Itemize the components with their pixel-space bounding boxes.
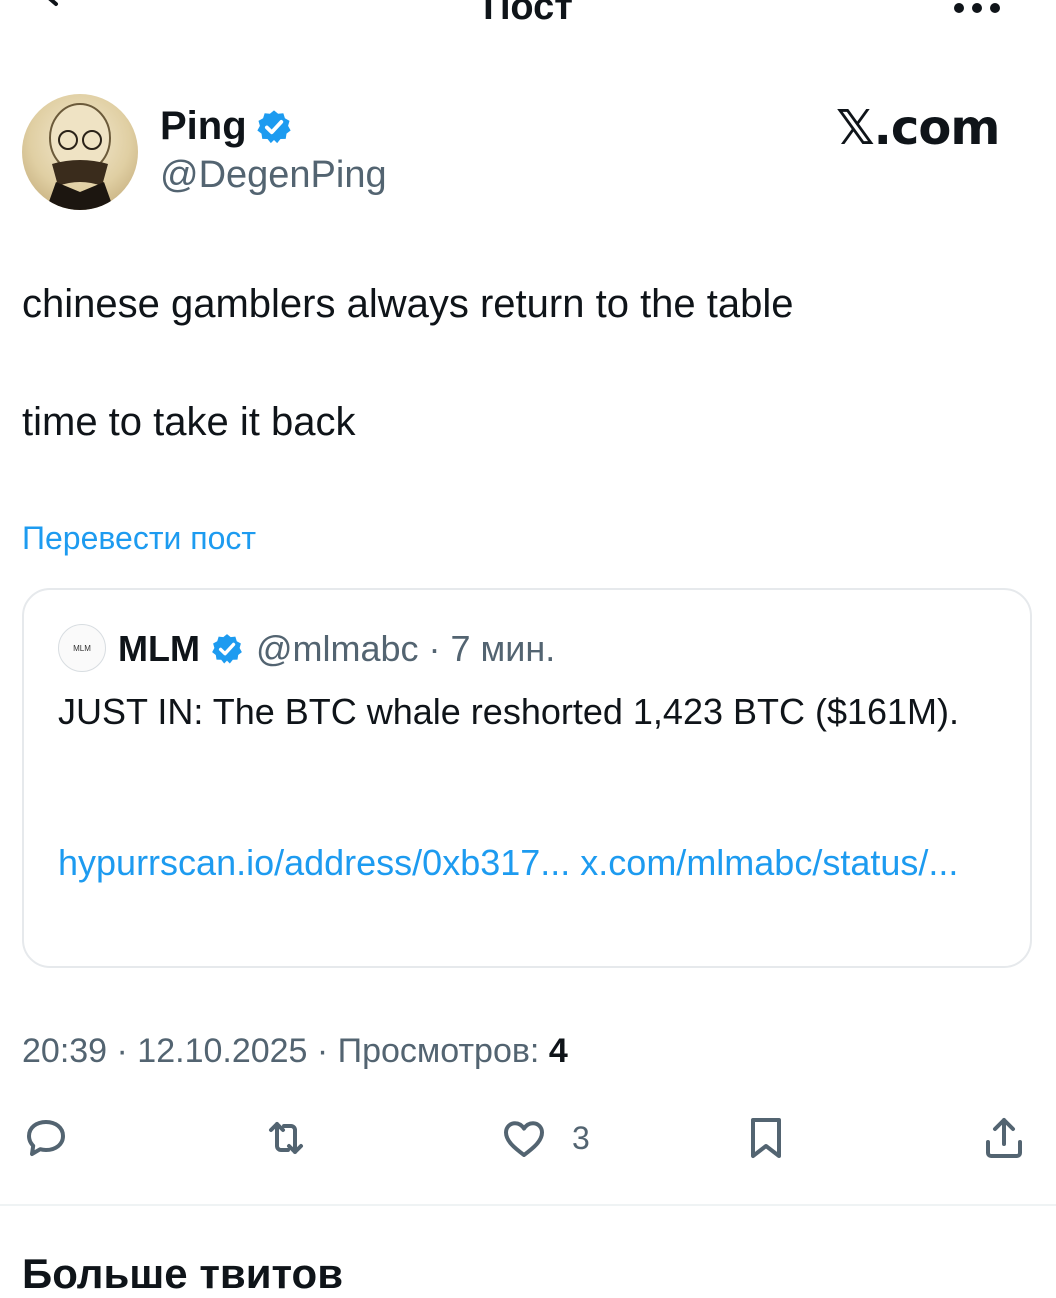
post-text-line-2: time to take it back	[22, 400, 356, 444]
quote-header: MLM @mlmabc · 7 мин.	[118, 628, 555, 670]
verified-badge-icon	[212, 634, 242, 664]
quote-avatar-label: MLM	[73, 643, 91, 653]
more-tweets-heading: Больше твитов	[22, 1250, 344, 1297]
author-name-text: Ping	[160, 104, 247, 148]
share-icon	[986, 1118, 1022, 1158]
author-name[interactable]: Ping	[160, 104, 293, 149]
reply-icon	[27, 1120, 65, 1156]
avatar[interactable]	[22, 94, 138, 210]
bookmark-button[interactable]	[742, 1112, 790, 1164]
quote-links[interactable]: hypurrscan.io/address/0xb317... x.com/ml…	[58, 836, 998, 890]
translate-post-link[interactable]: Перевести пост	[22, 520, 256, 557]
reply-button[interactable]	[22, 1112, 70, 1164]
quote-text: JUST IN: The BTC whale reshorted 1,423 B…	[58, 691, 960, 732]
retweet-icon	[269, 1122, 303, 1154]
retweet-button[interactable]	[262, 1112, 310, 1164]
author-handle[interactable]: @DegenPing	[160, 154, 387, 197]
like-icon	[504, 1121, 544, 1157]
verified-badge-icon	[257, 109, 291, 143]
watermark-logo: 𝕏.com	[836, 100, 1000, 156]
quoted-tweet-card[interactable]: MLM MLM @mlmabc · 7 мин. JUST IN: The BT…	[22, 588, 1032, 968]
like-button[interactable]: 3	[500, 1112, 590, 1164]
quote-author-name: MLM	[118, 628, 200, 669]
post-meta: 20:39 · 12.10.2025 · Просмотров: 4	[22, 1032, 568, 1071]
post-timestamp: 20:39 · 12.10.2025 · Просмотров:	[22, 1032, 549, 1070]
bookmark-icon	[751, 1118, 781, 1158]
quote-handle-time: @mlmabc · 7 мин.	[255, 628, 556, 669]
page-title: Пост	[483, 0, 573, 28]
share-button[interactable]	[980, 1112, 1028, 1164]
post-text-line-1: chinese gamblers always return to the ta…	[22, 282, 794, 326]
quote-avatar: MLM	[58, 624, 106, 672]
like-count: 3	[572, 1119, 590, 1156]
more-dots-icon[interactable]	[950, 0, 1004, 18]
section-divider	[0, 1204, 1056, 1206]
view-count: 4	[548, 1032, 568, 1070]
